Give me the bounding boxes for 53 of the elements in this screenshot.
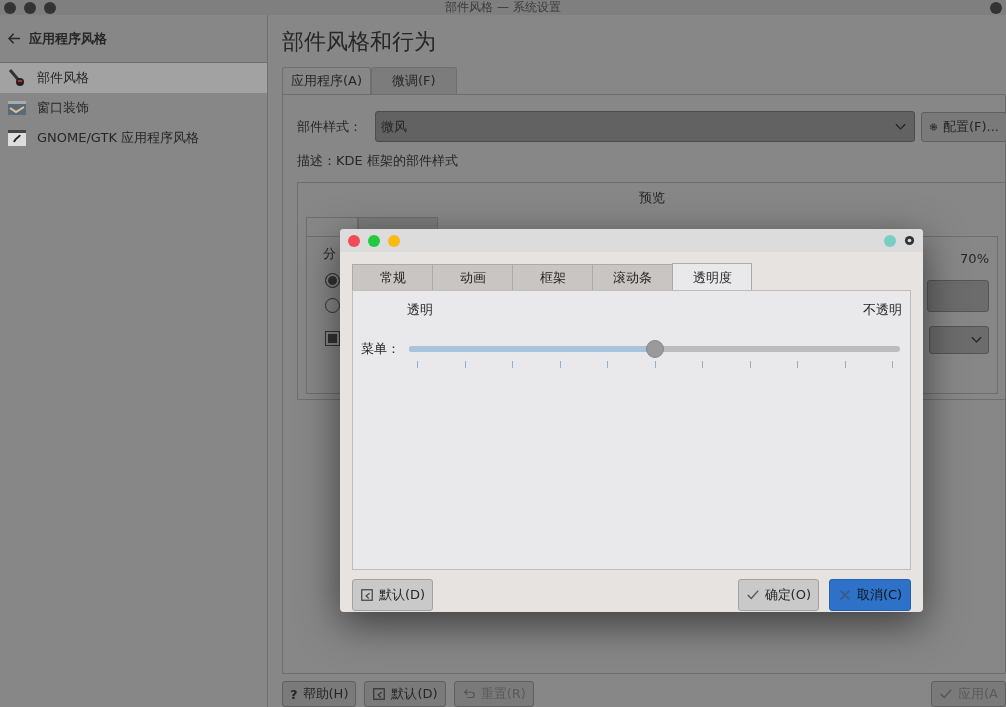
chevron-down-icon [971,336,982,345]
restore-icon [372,687,387,701]
checkbox[interactable] [325,331,340,347]
preview-dropdown[interactable] [929,326,989,355]
checkmark-icon [745,588,760,602]
preview-title: 预览 [638,189,666,208]
app-window-icon [7,128,27,148]
window-menu-button[interactable] [990,1,1002,14]
progress-reading: 70% [960,251,989,267]
sidebar-item[interactable]: 窗口装饰 [0,93,267,123]
footer-button[interactable]: ? 帮助(H) [282,681,357,707]
configure-button[interactable]: 配置(F)... [921,111,1006,142]
slider-handle[interactable] [645,340,664,358]
tab[interactable]: 动画 [432,264,512,291]
sidebar-heading: 应用程序风格 [29,29,107,48]
chevron-down-icon [895,122,906,131]
radio-button[interactable] [325,273,340,289]
description-text: 描述：KDE 框架的部件样式 [297,152,459,171]
dialog-button[interactable]: 确定(O) [737,579,819,611]
tab[interactable]: 微调(F) [371,67,457,95]
checkmark-icon [939,687,954,701]
tab[interactable]: 应用程序(A) [282,67,372,95]
min-label: 透明 [407,301,433,319]
widget-style-label: 部件样式： [297,117,363,136]
minimize-button[interactable] [24,1,36,14]
brush-icon [7,68,27,88]
dialog-button[interactable]: 取消(C) [829,579,911,611]
maximize-button[interactable] [44,1,56,14]
restore-icon [360,588,374,602]
opacity-slider[interactable] [409,339,900,369]
sidebar-item[interactable]: 部件风格 [0,63,267,93]
tab[interactable]: 滚动条 [592,264,672,291]
undo-icon [461,687,476,701]
preview-button[interactable] [927,280,989,313]
widget-style-dropdown[interactable]: 微风 [375,111,915,143]
window-title: 部件风格 — 系统设置 [444,0,562,16]
footer-button[interactable]: 默认(D) [364,681,446,707]
group-title: 分 [323,245,337,264]
window-icon [7,98,27,118]
back-arrow-icon[interactable] [8,32,21,45]
window-menu-icon[interactable] [904,235,915,246]
max-label: 不透明 [863,301,902,319]
tab[interactable]: 常规 [352,264,432,291]
help-icon: ? [290,686,298,702]
dialog-button[interactable]: 默认(D) [352,579,434,611]
tab[interactable]: 透明度 [672,263,752,291]
page-title: 部件风格和行为 [282,28,437,57]
tab[interactable]: 框架 [512,264,592,291]
close-icon [837,588,852,602]
slider-label: 菜单： [361,340,401,358]
close-button[interactable] [348,234,360,247]
close-button[interactable] [4,1,16,14]
sidebar-item[interactable]: GNOME/GTK 应用程序风格 [0,123,267,153]
